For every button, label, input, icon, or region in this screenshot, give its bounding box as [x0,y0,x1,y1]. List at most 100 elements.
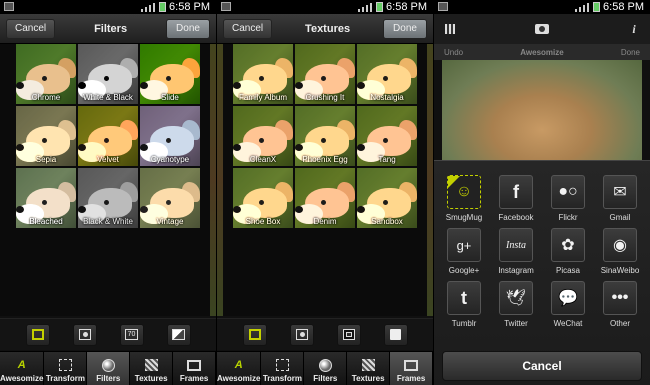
filter-tile-chrome[interactable]: Chrome [16,44,76,104]
share-smugmug[interactable]: ☺ SmugMug [438,175,490,222]
textures-screen: 6:58 PM Cancel Textures Done Family Albu… [217,0,433,385]
tab-frames[interactable]: Frames [173,352,216,385]
page-title: Filters [94,22,128,35]
texture-tile-denim[interactable]: Denim [295,168,355,228]
texture-tile-phoenix-egg[interactable]: Phoenix Egg [295,106,355,166]
filter-tile-velvet[interactable]: Velvet [78,106,138,166]
filter-tile-vintage[interactable]: Vintage [140,168,200,228]
gradient-tool-button[interactable] [166,323,191,346]
strength-tool-button[interactable]: 70 [119,323,144,346]
texture-tile-family-album[interactable]: Family Album [233,44,293,104]
filters-screen: 6:58 PM Cancel Filters Done Chrome White… [0,0,216,385]
share-picasa[interactable]: ✿ Picasa [542,228,594,275]
share-flickr[interactable]: ●○ Flickr [542,175,594,222]
select-tool-button[interactable] [242,323,267,346]
lens-icon [318,358,332,372]
google-plus-icon: g+ [447,228,481,262]
tab-frames[interactable]: Frames [390,352,433,385]
tile-label: Nostalgia [370,93,404,102]
portrait-icon [295,329,308,340]
cancel-button[interactable]: Cancel [6,18,56,39]
filter-tile-slide[interactable]: Slide [140,44,200,104]
tile-label: CleanX [249,155,277,164]
tab-label: Textures [351,374,385,383]
tab-transform[interactable]: Transform [44,352,88,385]
share-label: Flickr [558,213,578,222]
share-other[interactable]: ••• Other [594,281,646,328]
share-tumblr[interactable]: t Tumblr [438,281,490,328]
info-icon[interactable]: i [626,21,642,37]
filter-sub-toolbar: 70 [0,318,216,350]
filter-tile-cyanotype[interactable]: Cyanotype [140,106,200,166]
awesomize-title: Awesomize [520,47,564,57]
next-page-peek [210,44,216,316]
share-label: Tumblr [451,319,477,328]
tile-label: Shoe Box [245,217,281,226]
share-label: Facebook [498,213,534,222]
tile-label: Sepia [35,155,57,164]
share-gmail[interactable]: ✉ Gmail [594,175,646,222]
dimmed-navbar: Undo Awesomize Done [434,44,650,60]
share-googleplus[interactable]: g+ Google+ [438,228,490,275]
tab-awesomize[interactable]: A Awesomize [217,352,262,385]
status-time: 6:58 PM [603,1,644,13]
share-facebook[interactable]: f Facebook [490,175,542,222]
texture-grid: Family Album Crushing It Nostalgia Clean… [233,44,417,228]
cancel-share-button[interactable]: Cancel [442,351,642,381]
signal-icon [141,2,156,12]
awesomize-icon: A [234,359,243,371]
grid-button[interactable] [442,21,458,37]
done-button[interactable]: Done [383,18,427,39]
camera-button[interactable] [534,21,550,37]
tab-textures[interactable]: Textures [130,352,174,385]
done-button[interactable]: Done [166,18,210,39]
filter-tile-white-black[interactable]: White & Black [78,44,138,104]
texture-tile-shoe-box[interactable]: Shoe Box [233,168,293,228]
texture-tile-nostalgia[interactable]: Nostalgia [357,44,417,104]
tab-transform[interactable]: Transform [261,352,305,385]
undo-label: Undo [444,47,464,57]
share-instagram[interactable]: Insta Instagram [490,228,542,275]
photo-preview [442,60,642,160]
tile-label: Chrome [31,93,61,102]
share-label: Twitter [504,319,528,328]
diagonal-icon [172,329,185,340]
status-time: 6:58 PM [169,1,210,13]
flickr-icon: ●○ [551,175,585,209]
tab-label: Transform [45,374,85,383]
share-twitter[interactable]: 🕊 Twitter [490,281,542,328]
tab-filters[interactable]: Filters [87,352,131,385]
tile-label: White & Black [83,93,133,102]
select-icon [31,329,44,340]
tab-textures[interactable]: Textures [347,352,391,385]
note-icon [390,329,401,340]
filters-navbar: Cancel Filters Done [0,14,216,44]
wechat-icon: 💬 [551,281,585,315]
tab-filters[interactable]: Filters [304,352,348,385]
frame-tool-button[interactable] [336,323,361,346]
select-tool-button[interactable] [25,323,50,346]
note-tool-button[interactable] [383,323,408,346]
texture-tile-crushing-it[interactable]: Crushing It [295,44,355,104]
camera-icon [535,24,549,34]
tumblr-icon: t [447,281,481,315]
next-page-peek [427,44,433,316]
texture-tile-tang[interactable]: Tang [357,106,417,166]
share-label: Instagram [498,266,534,275]
gallery-notification-icon [4,2,14,11]
filter-tile-bleached[interactable]: Bleached [16,168,76,228]
portrait-tool-button[interactable] [72,323,97,346]
portrait-tool-button[interactable] [289,323,314,346]
cancel-button[interactable]: Cancel [223,18,273,39]
battery-icon [159,2,167,12]
share-label: Google+ [448,266,480,275]
gallery-notification-icon [438,2,448,11]
share-sinaweibo[interactable]: ◉ SinaWeibo [594,228,646,275]
texture-tile-cleanx[interactable]: CleanX [233,106,293,166]
texture-tile-sandbox[interactable]: Sandbox [357,168,417,228]
tab-awesomize[interactable]: A Awesomize [0,352,45,385]
filter-tile-sepia[interactable]: Sepia [16,106,76,166]
share-wechat[interactable]: 💬 WeChat [542,281,594,328]
tile-label: Crushing It [305,93,345,102]
filter-tile-black-white[interactable]: Black & White [78,168,138,228]
